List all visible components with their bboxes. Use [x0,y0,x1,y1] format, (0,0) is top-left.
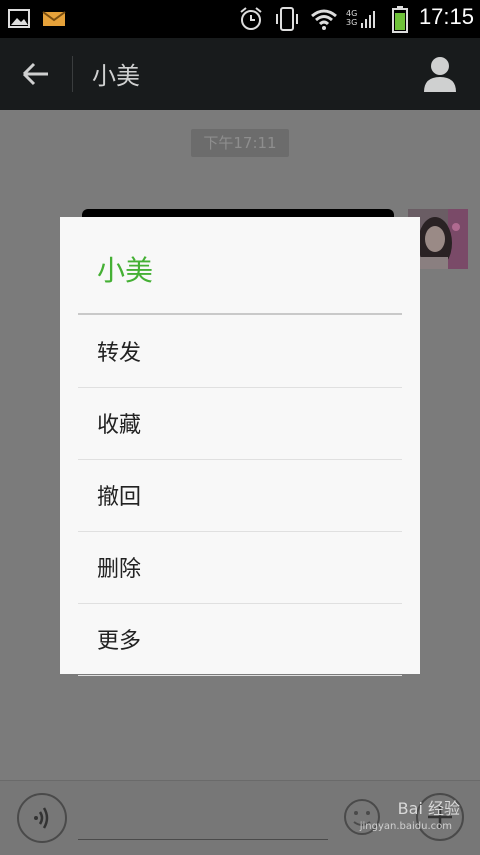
dialog-title: 小美 [97,254,154,287]
message-timestamp: 下午17:11 [191,129,289,157]
menu-item-label: 更多 [97,629,142,654]
voice-icon [34,807,49,829]
alarm-icon [240,7,262,30]
menu-item-label: 收藏 [97,413,142,438]
battery-icon [392,6,408,33]
gallery-icon [8,9,30,28]
message-context-menu: 小美 转发 收藏 撤回 删除 更多 [60,217,420,676]
message-input[interactable] [78,839,328,840]
mail-icon [42,11,66,26]
menu-item-recall[interactable]: 撤回 [78,459,402,532]
menu-item-label: 转发 [97,341,142,366]
wifi-icon [311,9,337,30]
network-3g-label: 3G [346,18,358,27]
watermark-url: jingyan.baidu.com [359,821,452,832]
app-bar: 小美 [0,38,480,110]
app-bar-divider [72,56,73,92]
watermark-logo: Bai 经验 [397,799,460,818]
status-bar: 4G 3G 17:15 [0,0,480,38]
signal-icon [361,11,375,28]
voice-button[interactable] [17,793,67,843]
vibrate-icon [276,7,298,31]
menu-item-delete[interactable]: 删除 [78,531,402,604]
chat-title: 小美 [92,62,140,90]
menu-item-favorite[interactable]: 收藏 [78,387,402,460]
menu-item-more[interactable]: 更多 [78,603,402,676]
profile-icon[interactable] [422,54,458,94]
network-4g-label: 4G [346,9,358,18]
back-arrow-icon[interactable] [18,58,54,90]
menu-item-label: 删除 [97,557,142,582]
input-bar: Bai 经验 jingyan.baidu.com [0,780,480,855]
menu-item-forward[interactable]: 转发 [78,315,402,388]
menu-item-label: 撤回 [97,485,142,510]
clock: 17:15 [418,4,474,29]
